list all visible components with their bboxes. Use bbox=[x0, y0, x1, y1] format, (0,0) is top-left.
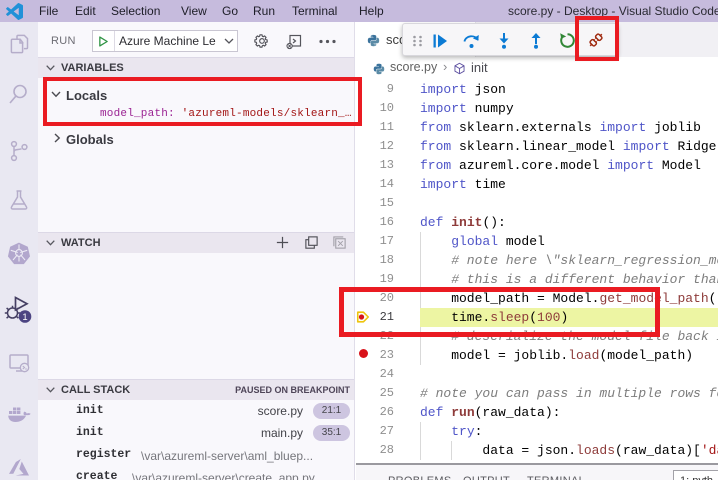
svg-text:1: 1 bbox=[22, 312, 27, 323]
